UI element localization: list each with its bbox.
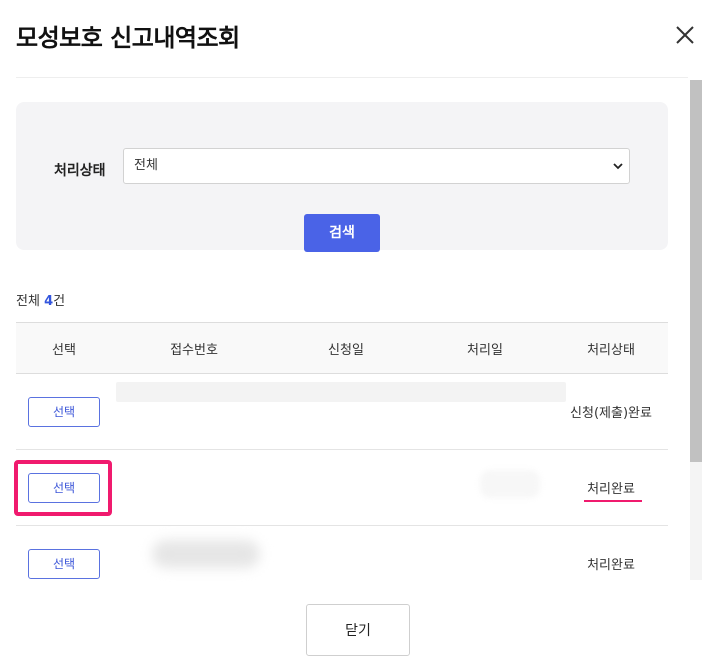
process-date-cell — [416, 525, 554, 582]
status-cell: 처리완료 — [554, 449, 668, 526]
filter-panel: 처리상태 전체 검색 — [16, 102, 668, 252]
status-cell: 신청(제출)완료 — [554, 373, 668, 450]
highlight-annotation — [14, 460, 112, 516]
table-row: 선택 처리완료 — [16, 525, 668, 582]
status-select[interactable]: 전체 — [123, 148, 630, 184]
status-filter-label: 처리상태 — [54, 163, 106, 179]
apply-date-cell — [276, 525, 416, 582]
scrollbar-thumb[interactable] — [690, 80, 702, 462]
chevron-down-icon — [613, 163, 623, 170]
redacted-data — [116, 382, 566, 402]
close-button[interactable]: 닫기 — [306, 604, 410, 656]
redacted-data — [152, 540, 260, 568]
column-header-process-date: 처리일 — [416, 322, 554, 374]
total-prefix: 전체 — [16, 294, 40, 309]
scrollbar[interactable] — [690, 80, 702, 580]
status-underline-annotation — [584, 500, 642, 502]
column-header-apply-date: 신청일 — [276, 322, 416, 374]
redacted-data — [480, 470, 540, 498]
total-suffix: 건 — [53, 294, 66, 309]
total-number: 4 — [44, 294, 54, 309]
results-table: 선택 접수번호 신청일 처리일 처리상태 선택 신청(제출)완료 선택 처리완료 — [16, 322, 668, 582]
search-button[interactable]: 검색 — [304, 214, 380, 252]
select-button[interactable]: 선택 — [28, 396, 100, 427]
table-row: 선택 처리완료 — [16, 449, 668, 526]
select-button[interactable]: 선택 — [28, 548, 100, 579]
apply-date-cell — [276, 449, 416, 526]
dialog-content: 처리상태 전체 검색 전체 4건 선택 접수번호 신청일 처리일 처리상태 선택 — [0, 78, 690, 582]
receipt-no-cell — [112, 449, 276, 526]
total-count: 전체 4건 — [16, 290, 65, 309]
close-icon[interactable] — [672, 22, 698, 48]
status-cell: 처리완료 — [554, 525, 668, 582]
status-select-value: 전체 — [134, 158, 158, 173]
dialog-title: 모성보호 신고내역조회 — [16, 24, 240, 52]
column-header-status: 처리상태 — [554, 322, 668, 374]
table-header-row: 선택 접수번호 신청일 처리일 처리상태 — [16, 322, 668, 374]
column-header-select: 선택 — [16, 322, 112, 374]
column-header-receipt-no: 접수번호 — [112, 322, 276, 374]
